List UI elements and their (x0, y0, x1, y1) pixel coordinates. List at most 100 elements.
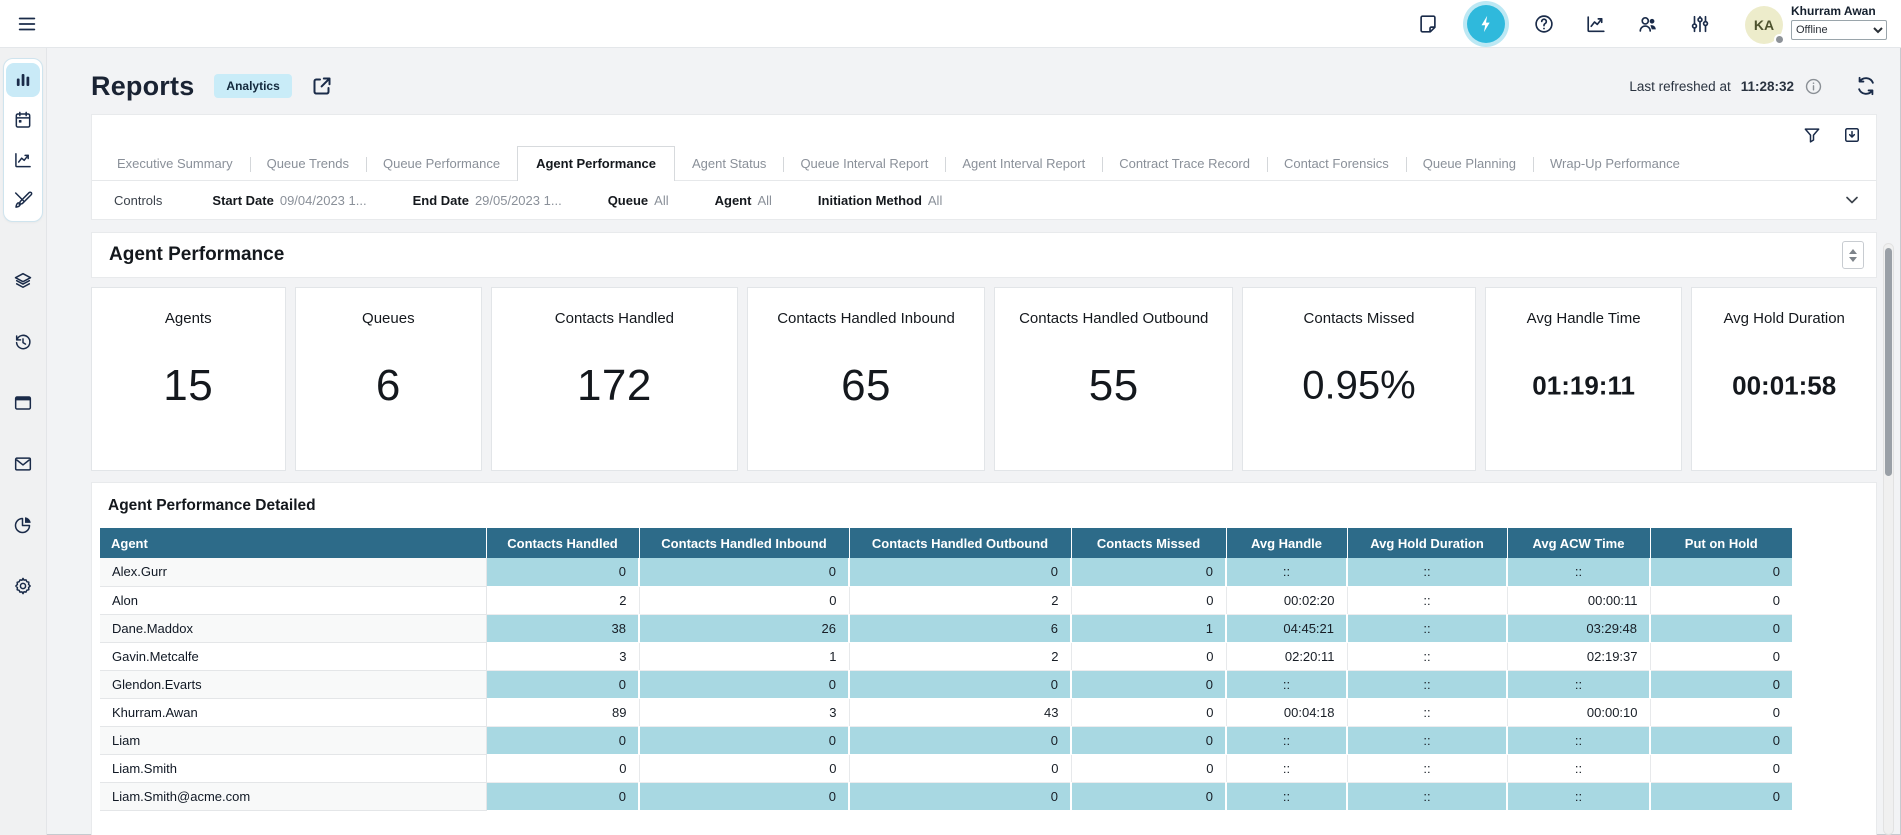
agent-name-cell: Gavin.Metcalfe (100, 642, 486, 670)
controls-expand-chevron-icon[interactable] (1842, 190, 1862, 210)
download-icon[interactable] (1842, 125, 1862, 145)
table-row[interactable]: Alon202000:02:20::00:00:110 (100, 586, 1792, 614)
metric-cell: 0 (1650, 614, 1792, 642)
metric-cell: 0 (1071, 726, 1226, 754)
column-header-contacts-missed[interactable]: Contacts Missed (1071, 528, 1226, 558)
agent-name-cell: Liam.Smith (100, 754, 486, 782)
user-name: Khurram Awan (1791, 4, 1887, 18)
vertical-scrollbar[interactable] (1883, 243, 1894, 835)
metric-cell: 1 (639, 642, 849, 670)
status-select[interactable]: Offline (1791, 20, 1887, 40)
kpi-card-queues: Queues6 (295, 287, 483, 471)
sidebar (0, 48, 47, 835)
kpi-card-avg-hold-duration: Avg Hold Duration00:01:58 (1691, 287, 1877, 471)
avatar[interactable]: KA (1745, 6, 1783, 44)
sidebar-design-icon[interactable] (6, 183, 40, 217)
tab-queue-interval-report[interactable]: Queue Interval Report (783, 148, 945, 180)
tab-agent-status[interactable]: Agent Status (675, 148, 783, 180)
tab-agent-interval-report[interactable]: Agent Interval Report (945, 148, 1102, 180)
metrics-icon[interactable] (1583, 11, 1609, 37)
column-header-contacts-handled[interactable]: Contacts Handled (486, 528, 639, 558)
filter-start-date[interactable]: Start Date09/04/2023 1... (212, 193, 366, 208)
tab-contact-forensics[interactable]: Contact Forensics (1267, 148, 1406, 180)
table-row[interactable]: Glendon.Evarts0000::::::0 (100, 670, 1792, 698)
table-row[interactable]: Gavin.Metcalfe312002:20:11::02:19:370 (100, 642, 1792, 670)
metric-cell: 0 (1071, 558, 1226, 586)
metric-cell: 0 (1650, 698, 1792, 726)
filter-value: 29/05/2023 1... (475, 193, 562, 208)
filter-end-date[interactable]: End Date29/05/2023 1... (413, 193, 562, 208)
stepper-up-icon[interactable] (1849, 249, 1857, 254)
tab-wrap-up-performance[interactable]: Wrap-Up Performance (1533, 148, 1697, 180)
column-header-avg-handle[interactable]: Avg Handle (1226, 528, 1347, 558)
sidebar-history-icon[interactable] (6, 325, 40, 359)
column-header-avg-hold-duration[interactable]: Avg Hold Duration (1347, 528, 1507, 558)
sliders-icon[interactable] (1687, 11, 1713, 37)
menu-icon[interactable] (14, 11, 40, 37)
column-header-agent[interactable]: Agent (100, 528, 486, 558)
metric-cell: 0 (486, 670, 639, 698)
tab-queue-trends[interactable]: Queue Trends (250, 148, 366, 180)
sidebar-pie-chart-icon[interactable] (6, 508, 40, 542)
tab-queue-performance[interactable]: Queue Performance (366, 148, 517, 180)
kpi-label: Contacts Handled (492, 288, 737, 327)
stepper-down-icon[interactable] (1849, 257, 1857, 262)
sidebar-line-chart-icon[interactable] (6, 143, 40, 177)
table-row[interactable]: Dane.Maddox38266104:45:21::03:29:480 (100, 614, 1792, 642)
tab-executive-summary[interactable]: Executive Summary (100, 148, 250, 180)
lightning-icon[interactable] (1467, 5, 1505, 43)
help-icon[interactable] (1531, 11, 1557, 37)
refresh-icon[interactable] (1855, 75, 1877, 97)
sidebar-mail-icon[interactable] (6, 447, 40, 481)
metric-cell: :: (1347, 642, 1507, 670)
table-row[interactable]: Khurram.Awan89343000:04:18::00:00:100 (100, 698, 1792, 726)
column-header-avg-acw-time[interactable]: Avg ACW Time (1507, 528, 1650, 558)
analytics-badge: Analytics (214, 74, 291, 98)
note-icon[interactable] (1415, 11, 1441, 37)
sidebar-window-icon[interactable] (6, 386, 40, 420)
metric-cell: 43 (849, 698, 1071, 726)
sidebar-bar-chart-icon[interactable] (6, 63, 40, 97)
column-header-put-on-hold[interactable]: Put on Hold (1650, 528, 1792, 558)
section-stepper[interactable] (1842, 241, 1864, 269)
metric-cell: :: (1507, 558, 1650, 586)
tab-contract-trace-record[interactable]: Contract Trace Record (1102, 148, 1267, 180)
detail-panel: Agent Performance Detailed AgentContacts… (91, 482, 1877, 835)
users-icon[interactable] (1635, 11, 1661, 37)
filter-queue[interactable]: QueueAll (608, 193, 669, 208)
kpi-cards-row: Agents15Queues6Contacts Handled172Contac… (91, 287, 1877, 471)
sidebar-settings-icon[interactable] (6, 569, 40, 603)
filter-agent[interactable]: AgentAll (715, 193, 772, 208)
column-header-contacts-handled-inbound[interactable]: Contacts Handled Inbound (639, 528, 849, 558)
metric-cell: 0 (639, 558, 849, 586)
table-row[interactable]: Liam.Smith0000::::::0 (100, 754, 1792, 782)
metric-cell: 0 (849, 558, 1071, 586)
metric-cell: 0 (1071, 698, 1226, 726)
table-row[interactable]: Liam.Smith@acme.com0000::::::0 (100, 782, 1792, 810)
tab-agent-performance[interactable]: Agent Performance (517, 146, 675, 181)
info-icon[interactable] (1804, 77, 1823, 96)
vertical-scrollbar-thumb[interactable] (1885, 248, 1892, 476)
detail-title: Agent Performance Detailed (108, 497, 1876, 515)
sidebar-calendar-icon[interactable] (6, 103, 40, 137)
filter-icon[interactable] (1802, 125, 1822, 145)
metric-cell: 0 (1071, 670, 1226, 698)
metric-cell: 0 (1071, 642, 1226, 670)
kpi-card-contacts-handled-inbound: Contacts Handled Inbound65 (747, 287, 986, 471)
filter-initiation-method[interactable]: Initiation MethodAll (818, 193, 942, 208)
tab-queue-planning[interactable]: Queue Planning (1406, 148, 1533, 180)
table-row[interactable]: Liam0000::::::0 (100, 726, 1792, 754)
column-header-contacts-handled-outbound[interactable]: Contacts Handled Outbound (849, 528, 1071, 558)
agent-name-cell: Liam.Smith@acme.com (100, 782, 486, 810)
sidebar-nav-group (3, 58, 43, 222)
sidebar-layers-icon[interactable] (6, 264, 40, 298)
table-row[interactable]: Alex.Gurr0000::::::0 (100, 558, 1792, 586)
kpi-card-contacts-handled-outbound: Contacts Handled Outbound55 (994, 287, 1233, 471)
external-link-icon[interactable] (310, 74, 334, 98)
metric-cell: 0 (849, 782, 1071, 810)
kpi-label: Agents (92, 288, 285, 327)
kpi-value: 55 (995, 361, 1232, 411)
kpi-card-contacts-handled: Contacts Handled172 (491, 287, 738, 471)
metric-cell: 0 (486, 558, 639, 586)
kpi-value: 15 (92, 361, 285, 411)
